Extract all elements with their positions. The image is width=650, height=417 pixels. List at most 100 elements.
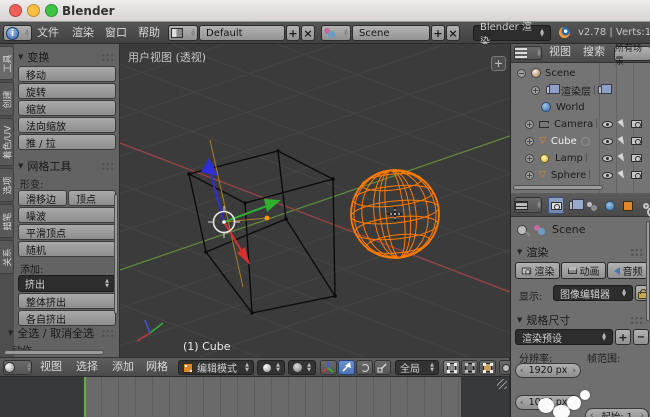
extrude-individual-button[interactable]: 各自挤出 [18,310,116,326]
display-dropdown[interactable]: 图像编辑器 [553,285,633,301]
tree-row-camera[interactable]: Camera | [525,116,600,132]
frame-start-field[interactable]: 起始: 1 [585,408,649,417]
editor-type-outliner-button[interactable] [514,46,542,60]
manipulator-toggle-button[interactable] [320,360,337,375]
remove-scene-button[interactable] [446,25,460,41]
noise-button[interactable]: 噪波 [18,207,116,223]
scale-button[interactable]: 缩放 [18,100,116,116]
render-presets-dropdown[interactable]: 渲染预设 [515,329,613,345]
add-preset-button[interactable] [615,329,631,345]
tab-render-layers-properties[interactable] [566,197,584,214]
vertex-select-button[interactable] [443,360,460,375]
add-layout-button[interactable] [286,25,300,41]
selectability-cursor-icon[interactable] [617,153,627,163]
edge-select-button[interactable] [461,360,478,375]
expand-icon[interactable] [525,170,534,180]
tab-grease-pencil[interactable]: 蜡笔 [0,204,14,238]
render-animation-button[interactable]: 动画 [561,262,606,279]
expand-icon[interactable] [531,85,540,95]
menu-help[interactable]: 帮助 [138,23,160,43]
renderability-camera-icon[interactable] [631,171,642,179]
tab-shading-uv[interactable]: 着色/UV [0,118,14,166]
lamp-restrict-toggles[interactable] [602,150,642,166]
expand-icon[interactable] [525,119,534,129]
face-select-button[interactable] [479,360,496,375]
visibility-eye-icon[interactable] [602,137,613,145]
pin-icon[interactable] [517,224,527,235]
manipulator-y-arrow[interactable] [264,199,281,212]
tab-render-properties[interactable] [548,197,564,214]
selectability-cursor-icon[interactable] [617,119,627,129]
collapse-icon[interactable] [517,68,526,78]
editor-type-3dview-button[interactable] [3,360,32,375]
panel-header-transform[interactable]: 变换 [18,49,116,65]
outliner-hscrollbar[interactable] [513,185,603,190]
panel-header-select-all[interactable]: 全选 / 取消全选 [8,325,116,341]
translate-button[interactable]: 移动 [18,66,116,82]
tree-row-world[interactable]: World [541,99,585,115]
tool-shelf-hscrollbar[interactable] [4,350,104,355]
panel-header-mesh-tools[interactable]: 网格工具 [18,158,116,174]
tab-world-properties[interactable] [602,197,618,214]
push-pull-button[interactable]: 推 / 拉 [18,134,116,150]
window-close-button[interactable] [9,4,22,17]
scene-name-field[interactable]: Scene [352,25,430,41]
manipulator-scale-button[interactable] [374,360,391,375]
properties-region-expand-icon[interactable]: + [491,56,506,71]
window-minimize-button[interactable] [27,4,40,17]
properties-vscrollbar[interactable] [646,221,650,321]
viewport-canvas[interactable]: 用户视图 (透视) (1) Cube + [120,44,510,357]
visibility-eye-icon[interactable] [602,120,613,128]
manipulator-rotate-button[interactable] [356,360,373,375]
expand-icon[interactable] [525,136,534,146]
menu-file[interactable]: 文件 [37,23,59,43]
timeline[interactable] [0,377,510,417]
sphere-restrict-toggles[interactable] [602,167,642,183]
viewport-menu-select[interactable]: 选择 [76,357,98,377]
menu-window[interactable]: 窗口 [105,23,127,43]
renderability-camera-icon[interactable] [631,137,642,145]
tool-shelf-vscrollbar[interactable] [114,194,118,314]
screen-layout-dropdown[interactable] [168,25,198,41]
viewport-shading-dropdown[interactable] [257,360,285,375]
screen-layout-name-field[interactable]: Default [199,25,285,41]
smooth-vertex-button[interactable]: 平滑顶点 [18,224,116,240]
edge-slide-button[interactable]: 滑移边 [18,190,67,206]
remove-preset-button[interactable]: − [633,329,649,345]
extrude-dropdown[interactable]: 挤出 [18,275,116,292]
remove-layout-button[interactable] [301,25,315,41]
extrude-region-button[interactable]: 整体挤出 [18,293,116,309]
tree-row-render-layers[interactable]: 渲染层 | [531,82,613,98]
tree-row-scene[interactable]: Scene [517,65,576,81]
tree-row-lamp[interactable]: Lamp | [525,150,590,166]
resolution-x-field[interactable]: 1920 px [515,363,581,378]
editor-type-properties-button[interactable] [514,197,542,213]
visibility-eye-icon[interactable] [602,154,613,162]
tree-row-cube[interactable]: ▽ Cube [525,133,590,149]
cube-restrict-toggles[interactable] [602,133,642,149]
randomize-button[interactable]: 随机 [18,241,116,257]
viewport-scene[interactable] [120,44,510,357]
vertex-slide-button[interactable]: 顶点 [68,190,116,206]
viewport-menu-add[interactable]: 添加 [112,357,134,377]
outliner-menu-view[interactable]: 视图 [549,42,571,62]
tab-create[interactable]: 创建 [0,82,14,116]
renderability-camera-icon[interactable] [631,154,642,162]
outliner-menu-search[interactable]: 搜索 [583,42,605,62]
render-audio-button[interactable]: 音频 [607,262,649,279]
viewport-menu-mesh[interactable]: 网格 [146,357,168,377]
tab-tools[interactable]: 工具 [0,46,14,80]
visibility-eye-icon[interactable] [602,171,613,179]
shrink-fatten-button[interactable]: 法向缩放 [18,117,116,133]
window-zoom-button[interactable] [45,4,58,17]
expand-icon[interactable] [525,153,534,163]
render-engine-dropdown[interactable]: Blender 渲染 [473,22,551,48]
editor-type-info-button[interactable]: i [3,25,32,41]
rotate-button[interactable]: 旋转 [18,83,116,99]
panel-header-dimensions[interactable]: 规格尺寸 [517,312,645,328]
tab-object-properties[interactable] [620,197,636,214]
tab-relations[interactable]: 关系 [0,240,14,274]
viewport-menu-view[interactable]: 视图 [40,357,62,377]
render-still-button[interactable]: 渲染 [515,262,560,279]
tab-constraints-properties[interactable] [638,197,650,217]
